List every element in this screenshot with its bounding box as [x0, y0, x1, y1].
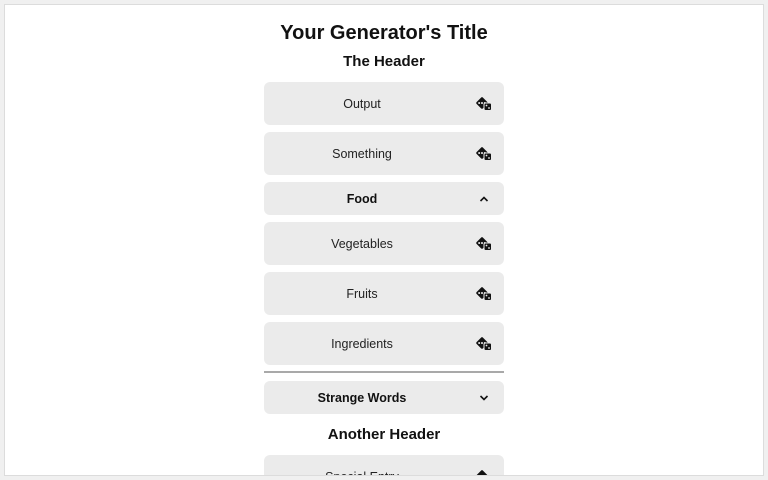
generate-vegetables-button[interactable]: Vegetables — [264, 222, 504, 265]
dice-icon — [476, 286, 492, 302]
chevron-up-icon — [476, 191, 492, 207]
generate-special-entry-button[interactable]: Special Entry — [264, 455, 504, 476]
row-label: Output — [343, 96, 381, 111]
row-label: Something — [332, 146, 392, 161]
food-group-toggle[interactable]: Food — [264, 182, 504, 215]
row-label: Special Entry — [264, 455, 460, 476]
dice-icon — [476, 146, 492, 162]
chevron-down-icon — [476, 390, 492, 406]
row-label: Ingredients — [331, 336, 393, 351]
generate-ingredients-button[interactable]: Ingredients — [264, 322, 504, 365]
generate-something-button[interactable]: Something — [264, 132, 504, 175]
group-label: Food — [346, 191, 378, 206]
row-label: Vegetables — [331, 236, 393, 251]
dice-icon — [476, 236, 492, 252]
page-title: Your Generator's Title — [280, 22, 488, 44]
section-header: Another Header — [327, 426, 441, 443]
generate-output-button[interactable]: Output — [264, 82, 504, 125]
row-label: Fruits — [346, 286, 378, 301]
dice-icon — [476, 469, 492, 475]
strange-words-group-toggle[interactable]: Strange Words — [264, 381, 504, 414]
generate-fruits-button[interactable]: Fruits — [264, 272, 504, 315]
group-divider — [264, 371, 504, 373]
generator-page: Your Generator's Title The Header Output… — [4, 4, 764, 476]
dice-icon — [476, 336, 492, 352]
section-header: The Header — [343, 53, 425, 70]
group-label: Strange Words — [317, 390, 407, 405]
dice-icon — [476, 96, 492, 112]
